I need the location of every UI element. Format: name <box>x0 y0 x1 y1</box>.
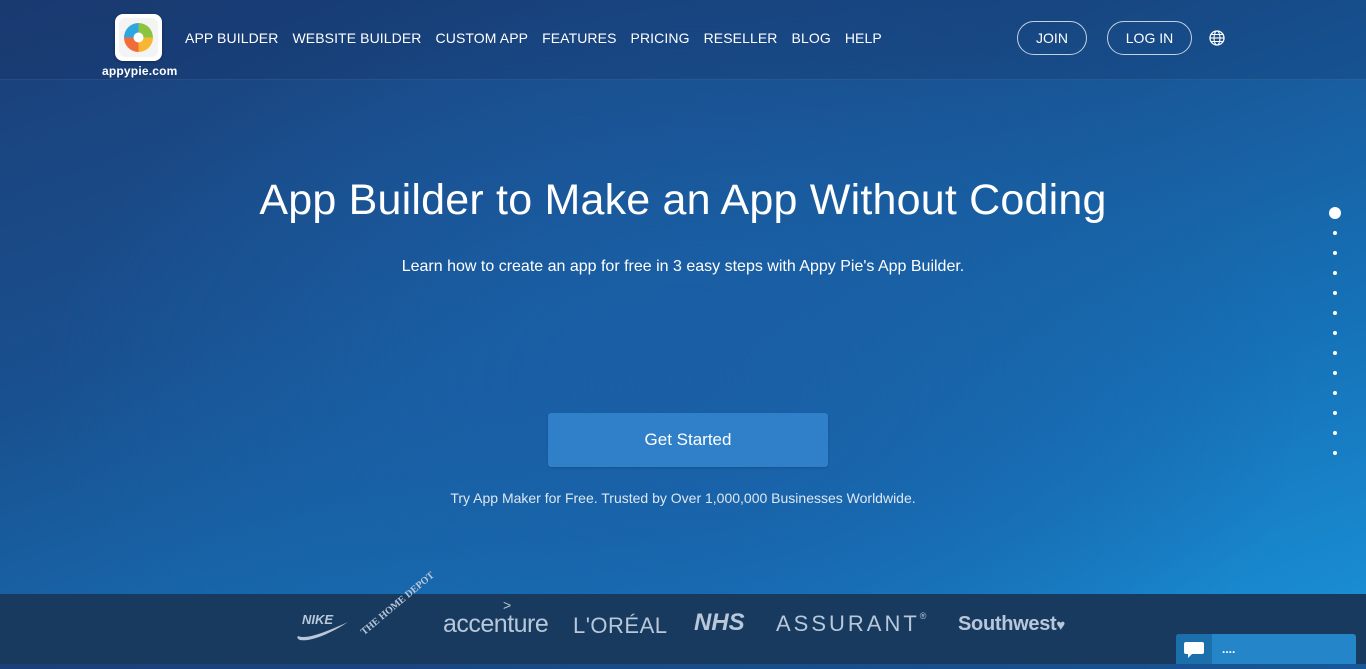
pager-dot-3[interactable] <box>1333 251 1337 255</box>
svg-text:NIKE: NIKE <box>302 612 333 627</box>
nav-custom-app[interactable]: CUSTOM APP <box>436 30 529 46</box>
southwest-logo: Southwest♥ <box>958 613 1066 635</box>
nav-help[interactable]: HELP <box>845 30 882 46</box>
pager-dot-5[interactable] <box>1333 291 1337 295</box>
nhs-logo: NHS <box>694 609 745 636</box>
pager-dot-9[interactable] <box>1333 371 1337 375</box>
hero-subtitle: Learn how to create an app for free in 3… <box>401 258 965 275</box>
pager-dot-10[interactable] <box>1333 391 1337 395</box>
nav-pricing[interactable]: PRICING <box>631 30 690 46</box>
pager-dot-2[interactable] <box>1333 231 1337 235</box>
loreal-logo: L'ORÉAL <box>573 613 668 638</box>
login-button[interactable]: LOG IN <box>1107 21 1192 55</box>
brand-name: appypie.com <box>102 64 178 78</box>
home-depot-logo: THE HOME DEPOT <box>358 569 437 638</box>
nav-website-builder[interactable]: WEBSITE BUILDER <box>292 30 421 46</box>
pager-dot-1[interactable] <box>1329 207 1341 219</box>
nav-app-builder[interactable]: APP BUILDER <box>185 30 278 46</box>
trusted-text: Try App Maker for Free. Trusted by Over … <box>450 490 916 506</box>
pager-dot-11[interactable] <box>1333 411 1337 415</box>
pager-dot-7[interactable] <box>1333 331 1337 335</box>
hero-title: App Builder to Make an App Without Codin… <box>259 176 1107 224</box>
appypie-logo-icon <box>115 14 162 61</box>
nike-logo: NIKE <box>297 612 348 641</box>
join-button[interactable]: JOIN <box>1017 21 1087 55</box>
main-nav: APP BUILDER WEBSITE BUILDER CUSTOM APP F… <box>185 30 896 46</box>
pager-dot-6[interactable] <box>1333 311 1337 315</box>
pager-dot-4[interactable] <box>1333 271 1337 275</box>
client-logos-bar: NIKE THE HOME DEPOT accenture > L'ORÉAL … <box>0 569 1366 664</box>
pager-dot-8[interactable] <box>1333 351 1337 355</box>
get-started-button[interactable]: Get Started <box>548 413 828 467</box>
chat-widget[interactable]: .... <box>1176 634 1356 664</box>
chat-icon-box <box>1176 634 1212 664</box>
nav-blog[interactable]: BLOG <box>792 30 831 46</box>
nav-reseller[interactable]: RESELLER <box>704 30 778 46</box>
assurant-logo: ASSURANT® <box>776 611 927 636</box>
pager-dot-12[interactable] <box>1333 431 1337 435</box>
site-header: appypie.com APP BUILDER WEBSITE BUILDER … <box>0 0 1366 80</box>
chat-label: .... <box>1222 642 1236 656</box>
accenture-logo: accenture > <box>443 597 549 638</box>
appypie-logo[interactable]: appypie.com <box>102 14 182 78</box>
globe-icon[interactable] <box>1209 30 1225 46</box>
pager-dot-13[interactable] <box>1333 451 1337 455</box>
nav-features[interactable]: FEATURES <box>542 30 616 46</box>
chat-bubble-icon <box>1184 642 1204 658</box>
